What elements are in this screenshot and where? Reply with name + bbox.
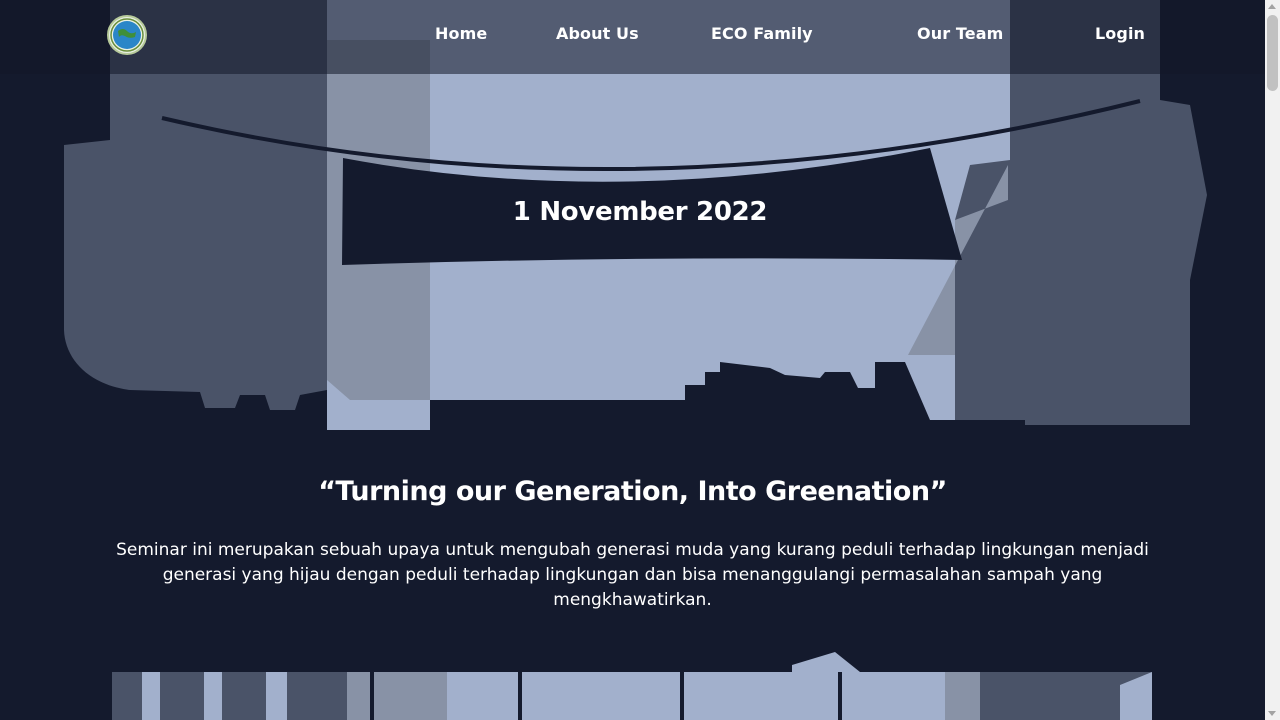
nav-login-link[interactable]: Login: [1095, 24, 1145, 43]
nav-home-link[interactable]: Home: [435, 24, 487, 43]
event-description: Seminar ini merupakan sebuah upaya untuk…: [116, 540, 1149, 610]
globe-emblem-icon[interactable]: [107, 15, 147, 55]
navbar: Home About Us ECO Family Our Team Login: [0, 0, 1265, 74]
event-date: 1 November 2022: [512, 197, 768, 227]
scroll-up-icon[interactable]: [1268, 4, 1276, 9]
tagline: “Turning our Generation, Into Greenation…: [318, 476, 947, 507]
page-scrollbar[interactable]: [1265, 0, 1280, 720]
nav-about-us-link[interactable]: About Us: [556, 24, 639, 43]
nav-our-team-link[interactable]: Our Team: [917, 24, 1003, 43]
bottom-illustration: [112, 652, 1152, 720]
scroll-down-icon[interactable]: [1268, 711, 1276, 716]
nav-eco-family-link[interactable]: ECO Family: [711, 24, 813, 43]
page: Home About Us ECO Family Our Team Login …: [0, 0, 1265, 720]
scroll-thumb[interactable]: [1267, 15, 1278, 91]
